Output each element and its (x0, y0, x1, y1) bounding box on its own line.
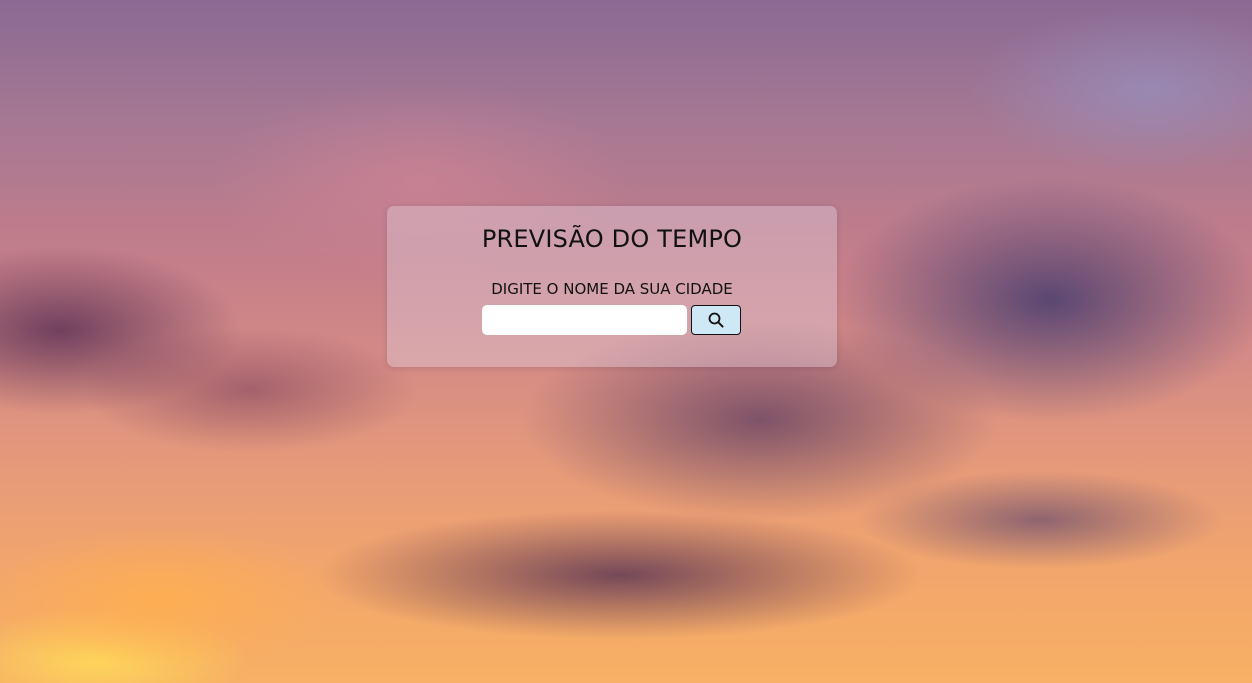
search-icon (708, 312, 724, 328)
city-prompt-label: DIGITE O NOME DA SUA CIDADE (491, 280, 733, 298)
city-search-input[interactable] (482, 305, 687, 335)
weather-card: PREVISÃO DO TEMPO DIGITE O NOME DA SUA C… (387, 206, 837, 367)
search-button[interactable] (691, 305, 741, 335)
search-row (482, 305, 741, 335)
page-title: PREVISÃO DO TEMPO (481, 225, 743, 253)
